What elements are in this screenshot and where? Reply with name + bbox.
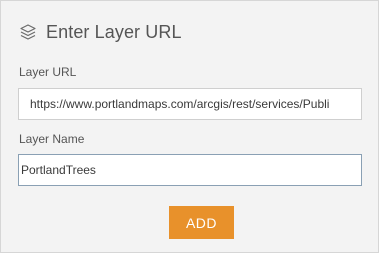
layer-name-input[interactable] xyxy=(18,154,362,186)
panel-header: Enter Layer URL xyxy=(18,18,182,46)
layer-name-label: Layer Name xyxy=(19,132,85,146)
add-button[interactable]: ADD xyxy=(169,206,234,239)
layers-icon xyxy=(18,22,38,42)
layer-url-input[interactable] xyxy=(18,88,362,120)
panel-title: Enter Layer URL xyxy=(46,21,182,42)
layer-url-label: Layer URL xyxy=(19,65,77,79)
add-layer-panel: Enter Layer URL Layer URL Layer Name ADD xyxy=(0,0,379,253)
